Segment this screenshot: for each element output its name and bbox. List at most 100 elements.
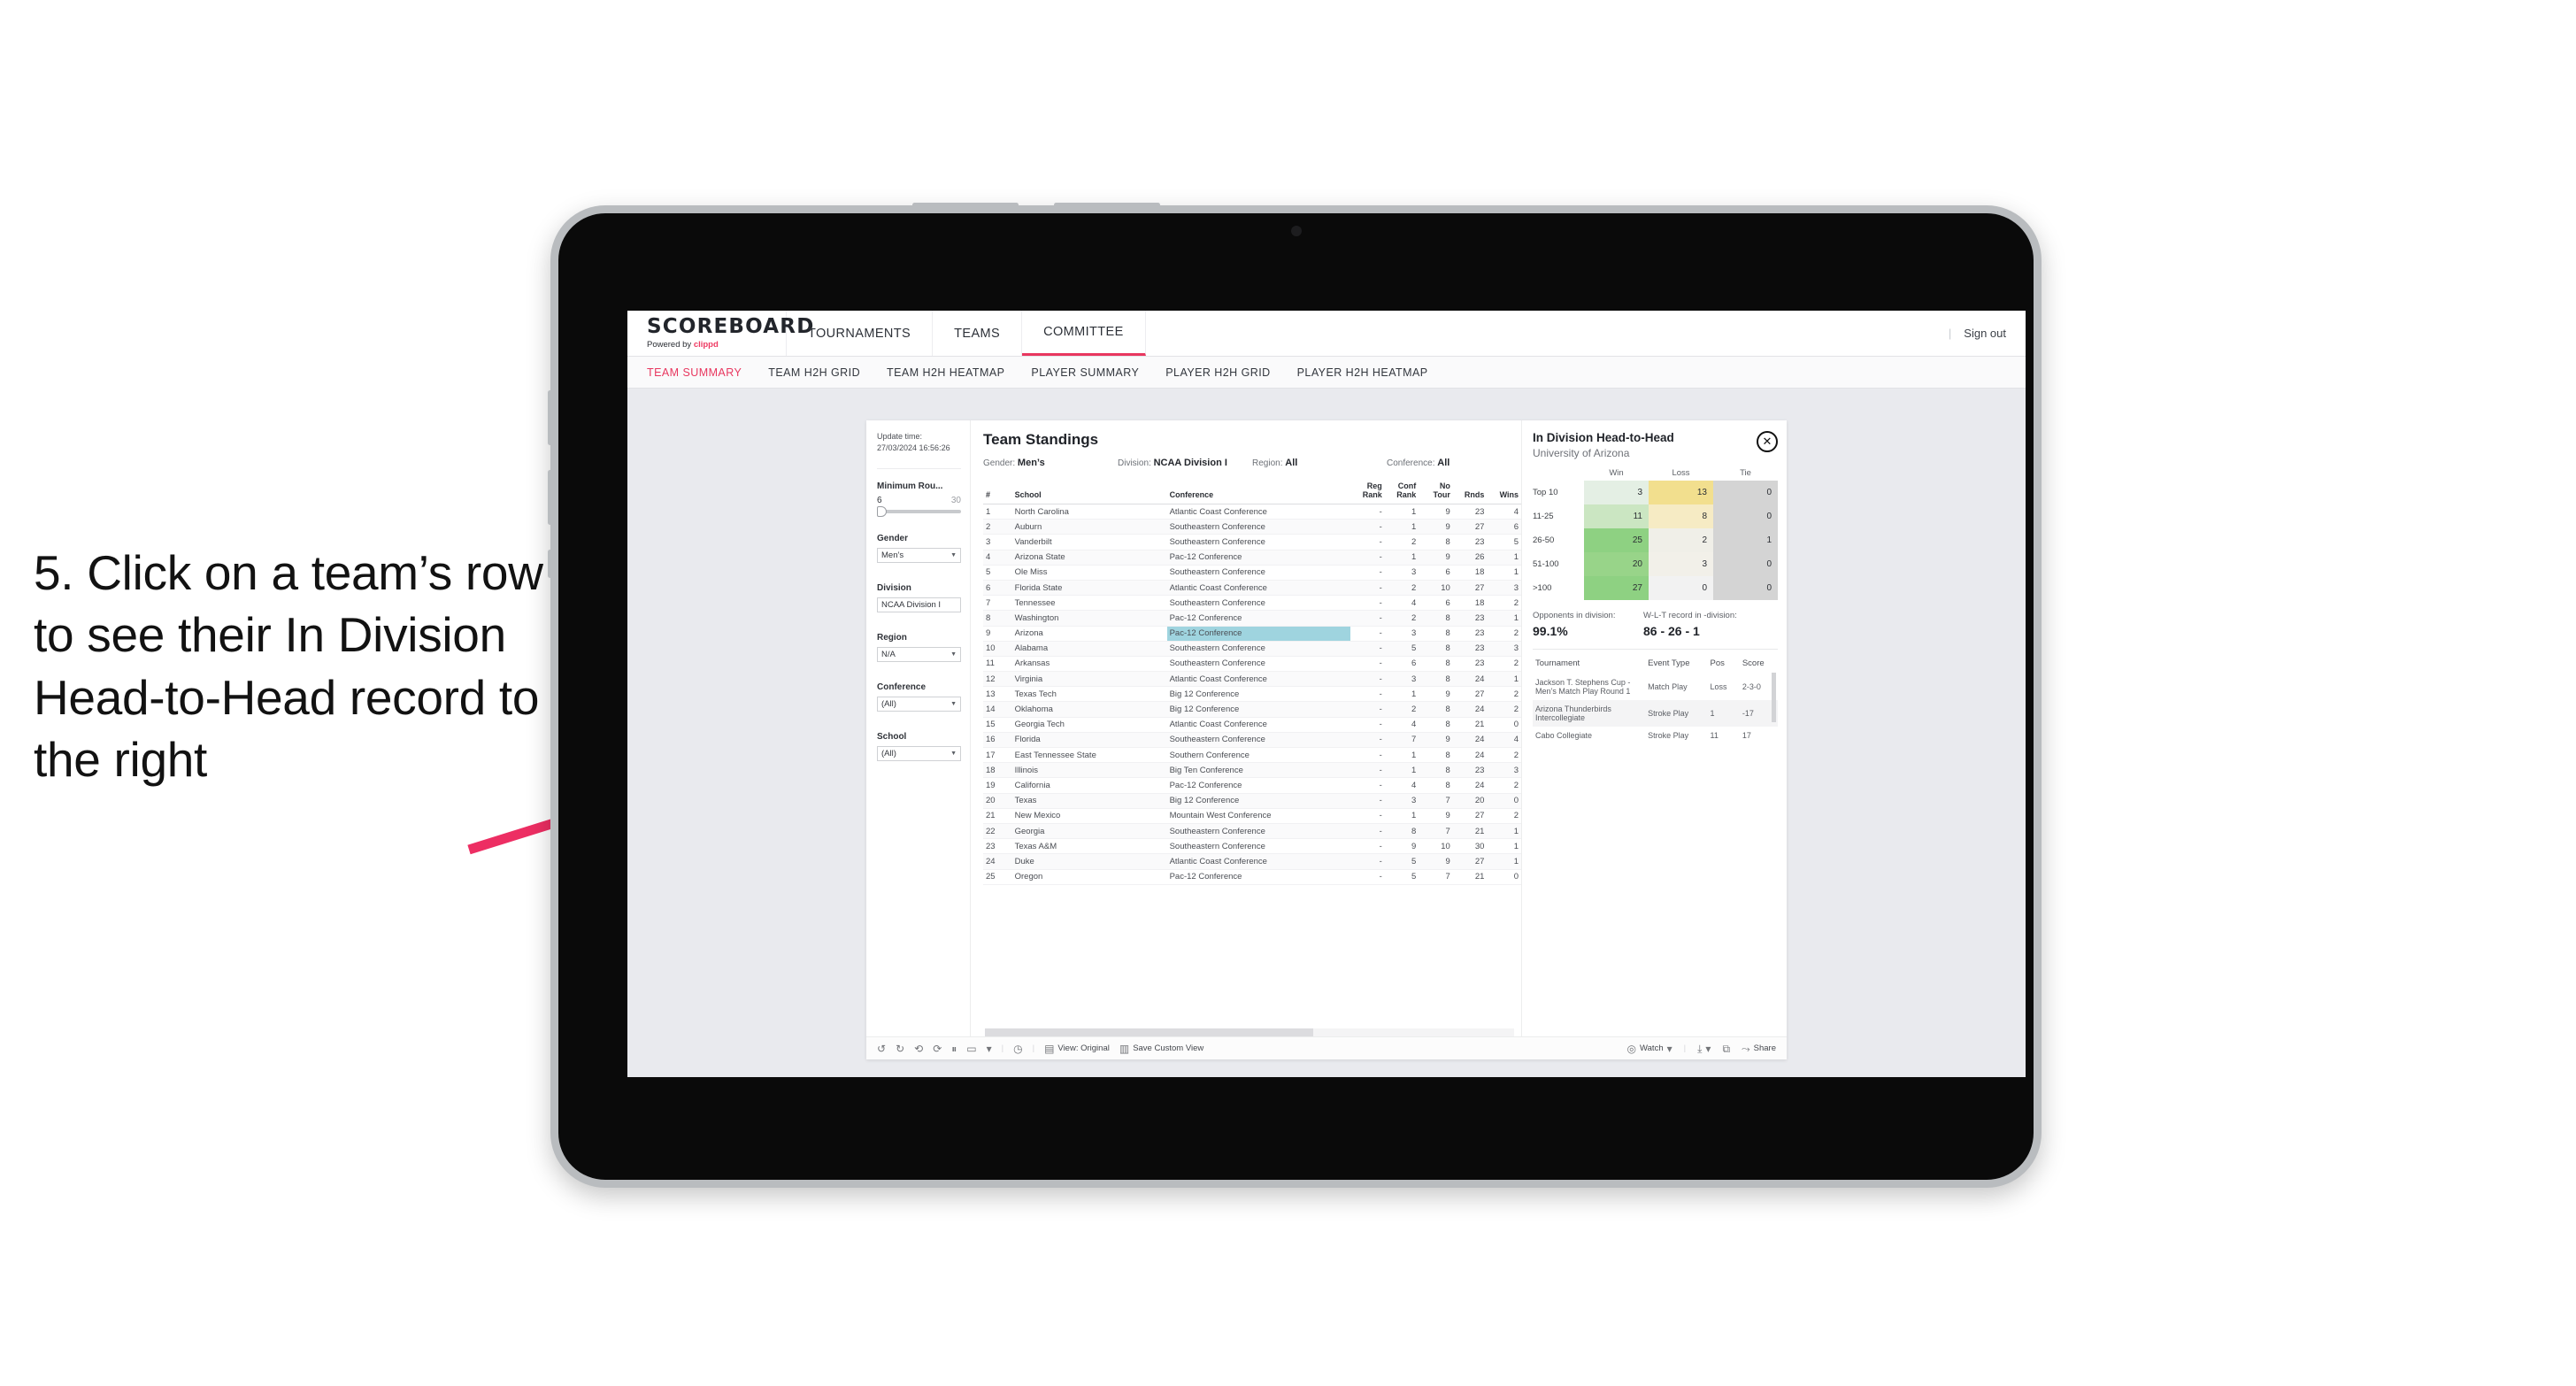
table-row[interactable]: 9 Arizona Pac-12 Conference -3 8 23 2 (983, 626, 1521, 642)
table-row[interactable]: 11 Arkansas Southeastern Conference -6 8 23 2 (983, 656, 1521, 673)
table-row[interactable]: 13 Texas Tech Big 12 Conference -1 9 27 2 (983, 686, 1521, 703)
list-item[interactable]: Arizona Thunderbirds Intercollegiate Stro… (1533, 700, 1778, 728)
col-rank[interactable]: # (983, 479, 1012, 504)
table-row[interactable]: 7 Tennessee Southeastern Conference -4 6 18 2 (983, 595, 1521, 612)
fullscreen-icon[interactable]: ⧉ (1722, 1043, 1730, 1054)
slider-knob[interactable] (877, 506, 887, 518)
tab-team-h2h-grid[interactable]: TEAM H2H GRID (768, 366, 860, 379)
heatmap-cell[interactable]: 0 (1713, 481, 1778, 505)
cell-rnds: 20 (1452, 793, 1488, 809)
rect-select-icon[interactable]: ▭ (966, 1043, 976, 1054)
download-button[interactable]: ⤓ ▾ (1697, 1043, 1711, 1054)
tournament-scrollbar[interactable] (1772, 673, 1776, 723)
table-row[interactable]: 2 Auburn Southeastern Conference -1 9 27 6 (983, 519, 1521, 535)
table-row[interactable]: 8 Washington Pac-12 Conference -2 8 23 1 (983, 610, 1521, 627)
filter-select-school[interactable]: (All) ▼ (877, 746, 961, 762)
undo-icon[interactable]: ↺ (877, 1043, 886, 1054)
tab-team-h2h-heatmap[interactable]: TEAM H2H HEATMAP (887, 366, 1004, 379)
table-row[interactable]: 23 Texas A&M Southeastern Conference -9 10 30… (983, 838, 1521, 855)
heatmap-cell[interactable]: 11 (1584, 504, 1649, 529)
filter-select-division[interactable]: NCAA Division I (877, 597, 961, 613)
sign-out-link[interactable]: Sign out (1964, 327, 2006, 340)
cell-wins: 2 (1487, 777, 1521, 794)
side-button[interactable] (548, 550, 552, 578)
col-no-tour[interactable]: No Tour (1419, 479, 1453, 504)
heatmap-cell[interactable]: 25 (1584, 528, 1649, 553)
tab-player-h2h-heatmap[interactable]: PLAYER H2H HEATMAP (1297, 366, 1428, 379)
heatmap-cell[interactable]: 0 (1649, 576, 1713, 601)
cell-wins: 2 (1487, 686, 1521, 703)
col-conference[interactable]: Conference (1166, 479, 1351, 504)
heatmap-cell[interactable]: 0 (1713, 576, 1778, 601)
filter-minimum-rounds[interactable]: Minimum Rou... 6 30 (877, 481, 961, 518)
table-row[interactable]: 21 New Mexico Mountain West Conference -1 9 2… (983, 808, 1521, 824)
heatmap-cell[interactable]: 3 (1649, 552, 1713, 577)
caret-down-icon[interactable]: ▾ (987, 1043, 992, 1054)
tab-player-h2h-grid[interactable]: PLAYER H2H GRID (1165, 366, 1270, 379)
table-row[interactable]: 5 Ole Miss Southeastern Conference -3 6 18 1 (983, 565, 1521, 581)
col-school[interactable]: School (1011, 479, 1167, 504)
heatmap-cell[interactable]: 0 (1713, 552, 1778, 577)
standings-table-scroll[interactable]: # School Conference Reg Rank Conf Rank N… (983, 479, 1521, 1025)
nav-item-teams[interactable]: TEAMS (933, 311, 1023, 356)
list-item[interactable]: Jackson T. Stephens Cup - Men’s Match Pl… (1533, 674, 1778, 700)
table-row[interactable]: 10 Alabama Southeastern Conference -5 8 23 3 (983, 641, 1521, 657)
watch-button[interactable]: ◎ Watch ▾ (1627, 1043, 1672, 1054)
filter-divider (877, 468, 961, 470)
close-icon[interactable]: ✕ (1757, 431, 1778, 452)
filter-select-gender[interactable]: Men’s ▼ (877, 548, 961, 564)
clock-icon[interactable]: ◷ (1013, 1043, 1022, 1054)
share-button[interactable]: ⤳ Share (1742, 1043, 1776, 1054)
table-row[interactable]: 17 East Tennessee State Southern Conferenc… (983, 747, 1521, 764)
table-row[interactable]: 3 Vanderbilt Southeastern Conference -2 8 23 5 (983, 534, 1521, 551)
view-original-button[interactable]: ▤ View: Original (1044, 1043, 1110, 1054)
heatmap-cell[interactable]: 13 (1649, 481, 1713, 505)
volume-up-button[interactable] (548, 390, 552, 445)
col-wins[interactable]: Wins (1487, 479, 1521, 504)
filter-select-conference[interactable]: (All) ▼ (877, 697, 961, 712)
table-row[interactable]: 18 Illinois Big Ten Conference -1 8 23 3 (983, 762, 1521, 779)
table-row[interactable]: 19 California Pac-12 Conference -4 8 24 2 (983, 777, 1521, 794)
refresh-icon[interactable]: ⟳ (933, 1043, 942, 1054)
nav-item-committee[interactable]: COMMITTEE (1022, 311, 1146, 356)
heatmap-cell[interactable]: 3 (1584, 481, 1649, 505)
heatmap-cell[interactable]: 20 (1584, 552, 1649, 577)
table-row[interactable]: 14 Oklahoma Big 12 Conference -2 8 24 2 (983, 701, 1521, 718)
table-row[interactable]: 12 Virginia Atlantic Coast Conference -3 8 24… (983, 671, 1521, 688)
heatmap-cell[interactable]: 27 (1584, 576, 1649, 601)
horizontal-scrollbar[interactable] (985, 1028, 1514, 1036)
col-reg-rank[interactable]: Reg Rank (1350, 479, 1385, 504)
filter-select-region[interactable]: N/A ▼ (877, 647, 961, 663)
tab-team-summary[interactable]: TEAM SUMMARY (647, 366, 742, 379)
scrollbar-thumb[interactable] (985, 1028, 1313, 1036)
nav-item-tournaments[interactable]: TOURNAMENTS (787, 311, 934, 356)
table-row[interactable]: 1 North Carolina Atlantic Coast Conference… (983, 504, 1521, 520)
table-row[interactable]: 20 Texas Big 12 Conference -3 7 20 0 (983, 793, 1521, 809)
tab-player-summary[interactable]: PLAYER SUMMARY (1031, 366, 1139, 379)
heatmap-cell[interactable]: 2 (1649, 528, 1713, 553)
revert-icon[interactable]: ⟲ (914, 1043, 923, 1054)
table-row[interactable]: 15 Georgia Tech Atlantic Coast Conference -… (983, 717, 1521, 733)
table-row[interactable]: 16 Florida Southeastern Conference -7 9 24 4 (983, 732, 1521, 749)
brand-logo[interactable]: SCOREBOARD Powered by clippd (627, 311, 813, 356)
col-rnds[interactable]: Rnds (1452, 479, 1488, 504)
heatmap-cell[interactable]: 1 (1713, 528, 1778, 553)
table-row[interactable]: 22 Georgia Southeastern Conference -8 7 21 1 (983, 823, 1521, 840)
table-row[interactable]: 24 Duke Atlantic Coast Conference -5 9 27 1 (983, 853, 1521, 870)
cell-conference: Southern Conference (1166, 747, 1351, 764)
heatmap-cell[interactable]: 8 (1649, 504, 1713, 529)
slider-track[interactable] (877, 506, 961, 518)
save-custom-view-button[interactable]: ▥ Save Custom View (1119, 1043, 1203, 1054)
col-conf-rank[interactable]: Conf Rank (1384, 479, 1419, 504)
heatmap-cell[interactable]: 0 (1713, 504, 1778, 529)
table-row[interactable]: 4 Arizona State Pac-12 Conference -1 9 26 1 (983, 550, 1521, 566)
volume-down-button[interactable] (548, 470, 552, 525)
table-row[interactable]: 25 Oregon Pac-12 Conference -5 7 21 0 (983, 869, 1521, 885)
filter-label-minimum-rounds: Minimum Rou... (877, 481, 943, 492)
list-item[interactable]: Cabo Collegiate Stroke Play 11 17 (1533, 727, 1778, 744)
table-row[interactable]: 6 Florida State Atlantic Coast Conference -… (983, 580, 1521, 597)
pause-icon[interactable]: ⏸ (951, 1043, 957, 1054)
cell-conf-rank: 6 (1384, 656, 1419, 673)
cell-rank: 20 (983, 793, 1012, 809)
redo-icon[interactable]: ↻ (896, 1043, 904, 1054)
